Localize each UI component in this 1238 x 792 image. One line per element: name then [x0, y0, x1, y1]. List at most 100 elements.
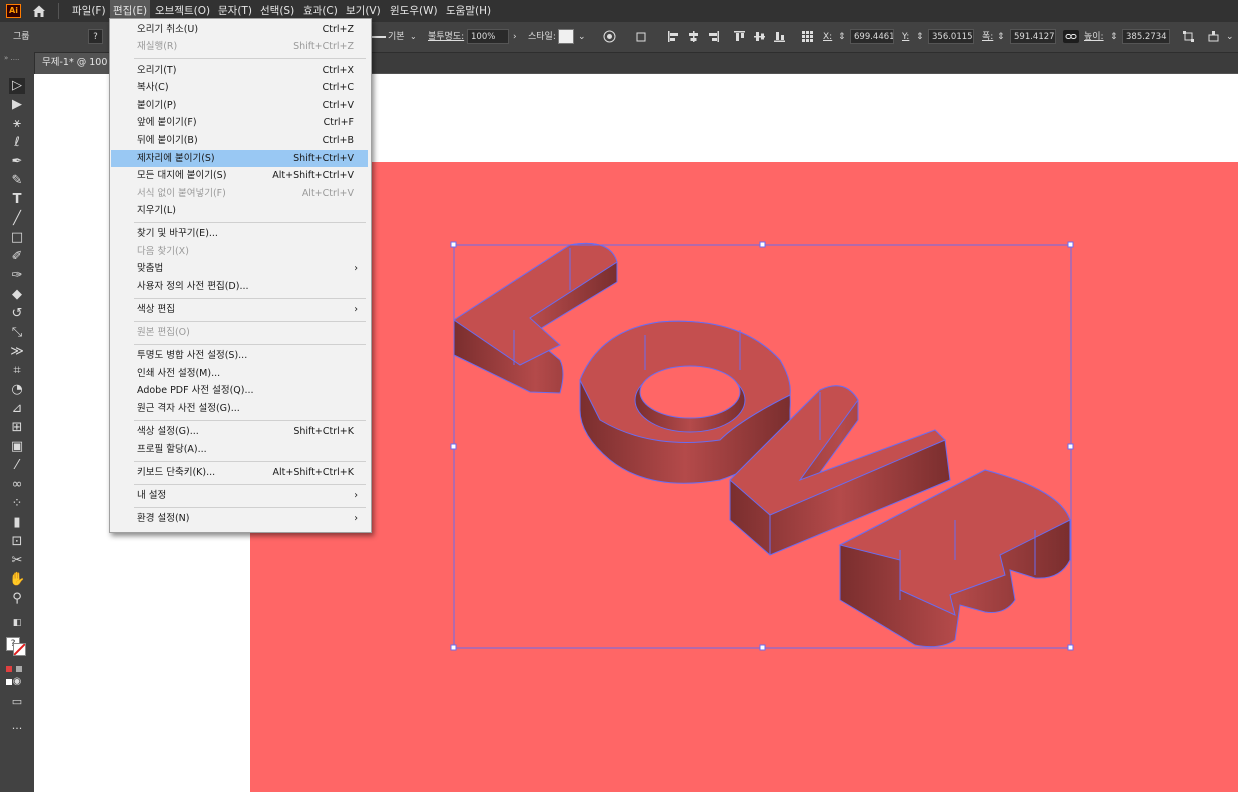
menu-item-paste-in-place[interactable]: 제자리에 붙이기(S) Shift+Ctrl+V: [111, 150, 368, 167]
panel-grip[interactable]: » ....: [4, 55, 30, 62]
column-graph-tool-icon[interactable]: ▮: [9, 515, 25, 531]
chevron-down-icon[interactable]: ⌄: [410, 22, 417, 52]
menu-file[interactable]: 파일(F): [69, 0, 109, 22]
eyedropper-tool-icon[interactable]: ⁄: [9, 458, 25, 474]
graphic-style-swatch[interactable]: [558, 29, 574, 44]
magic-wand-tool-icon[interactable]: ⚹: [9, 116, 25, 132]
menu-item-paste-in-front[interactable]: 앞에 붙이기(F) Ctrl+F: [111, 114, 368, 131]
menu-item-paste[interactable]: 붙이기(P) Ctrl+V: [111, 97, 368, 114]
eraser-tool-icon[interactable]: ◆: [9, 287, 25, 303]
artboard-tool-icon[interactable]: ⊡: [9, 534, 25, 550]
menu-item-keyboard-shortcuts[interactable]: 키보드 단축키(K)... Alt+Shift+Ctrl+K: [111, 464, 368, 481]
align-top-icon[interactable]: [733, 30, 746, 43]
resize-handle[interactable]: [450, 443, 457, 450]
pen-tool-icon[interactable]: ✒: [9, 154, 25, 170]
menu-item-paste-on-all-artboards[interactable]: 모든 대지에 붙이기(S) Alt+Shift+Ctrl+V: [111, 167, 368, 184]
blend-tool-icon[interactable]: ∞: [9, 477, 25, 493]
screen-mode-icon[interactable]: ▭: [9, 694, 25, 710]
document-tab[interactable]: 무제-1* @ 100: [34, 53, 116, 73]
mesh-tool-icon[interactable]: ⊞: [9, 420, 25, 436]
symbol-sprayer-tool-icon[interactable]: ⁘: [9, 496, 25, 512]
transform-options-icon[interactable]: [635, 30, 648, 43]
align-center-icon[interactable]: [687, 30, 700, 43]
menu-item-perspective-grid-presets[interactable]: 원근 격자 사전 설정(G)...: [111, 400, 368, 417]
menu-item-find-replace[interactable]: 찾기 및 바꾸기(E)...: [111, 225, 368, 242]
gradient-tool-icon[interactable]: ▣: [9, 439, 25, 455]
hand-tool-icon[interactable]: ✋: [9, 572, 25, 588]
menu-item-edit-custom-dictionary[interactable]: 사용자 정의 사전 편집(D)...: [111, 278, 368, 295]
stepper-icon[interactable]: ⇕: [1110, 22, 1118, 52]
resize-handle[interactable]: [1067, 644, 1074, 651]
menu-item-transparency-flattener-presets[interactable]: 투명도 병합 사전 설정(S)...: [111, 347, 368, 364]
transform-icon[interactable]: [1182, 30, 1195, 43]
stepper-icon[interactable]: ⇕: [997, 22, 1005, 52]
lasso-tool-icon[interactable]: ℓ: [9, 135, 25, 151]
chevron-down-icon[interactable]: ⌄: [1226, 22, 1234, 52]
rectangle-tool-icon[interactable]: □: [9, 230, 25, 246]
stroke-swatch[interactable]: [13, 643, 26, 656]
menu-item-spelling[interactable]: 맞춤법 ›: [111, 260, 368, 277]
arrange-icon[interactable]: [1207, 30, 1220, 43]
menu-item-paste-without-formatting[interactable]: 서식 없이 붙여넣기(F) Alt+Ctrl+V: [111, 185, 368, 202]
free-transform-tool-icon[interactable]: ⌗: [9, 363, 25, 379]
default-colors-icon[interactable]: ◧: [9, 615, 25, 631]
recolor-artwork-icon[interactable]: [603, 30, 616, 43]
width-tool-icon[interactable]: ≫: [9, 344, 25, 360]
color-mode-icons[interactable]: [6, 662, 28, 685]
menu-help[interactable]: 도움말(H): [443, 0, 494, 22]
resize-handle[interactable]: [1067, 443, 1074, 450]
y-position-input[interactable]: 356.0115 p: [928, 29, 974, 44]
direct-selection-tool-icon[interactable]: ▶: [9, 97, 25, 113]
stepper-icon[interactable]: ⇕: [916, 22, 924, 52]
menu-item-undo[interactable]: 오리기 취소(U) Ctrl+Z: [111, 21, 368, 38]
stroke-profile-label[interactable]: 기본: [388, 22, 405, 52]
resize-handle[interactable]: [450, 644, 457, 651]
fill-unknown-swatch[interactable]: ?: [88, 29, 103, 44]
menu-item-copy[interactable]: 복사(C) Ctrl+C: [111, 79, 368, 96]
shape-builder-tool-icon[interactable]: ◔: [9, 382, 25, 398]
scale-tool-icon[interactable]: ⤡: [9, 325, 25, 341]
menu-item-redo[interactable]: 재실행(R) Shift+Ctrl+Z: [111, 38, 368, 55]
menu-item-paste-in-back[interactable]: 뒤에 붙이기(B) Ctrl+B: [111, 132, 368, 149]
draw-mode-icon[interactable]: ◉: [9, 674, 25, 690]
link-icon[interactable]: [1063, 30, 1079, 43]
resize-handle[interactable]: [759, 241, 766, 248]
menu-item-edit-colors[interactable]: 색상 편집 ›: [111, 301, 368, 318]
opacity-input[interactable]: 100%: [467, 29, 509, 44]
zoom-tool-icon[interactable]: ⚲: [9, 591, 25, 607]
chevron-right-icon[interactable]: ›: [513, 22, 517, 52]
stepper-icon[interactable]: ⇕: [838, 22, 846, 52]
menu-item-assign-profile[interactable]: 프로필 할당(A)...: [111, 441, 368, 458]
menu-item-edit-original[interactable]: 원본 편집(O): [111, 324, 368, 341]
menu-item-my-settings[interactable]: 내 설정 ›: [111, 487, 368, 504]
menu-item-clear[interactable]: 지우기(L): [111, 202, 368, 219]
align-bottom-icon[interactable]: [773, 30, 786, 43]
reference-point-icon[interactable]: [801, 30, 814, 43]
menu-window[interactable]: 윈도우(W): [387, 0, 441, 22]
align-middle-icon[interactable]: [753, 30, 766, 43]
menu-item-adobe-pdf-presets[interactable]: Adobe PDF 사전 설정(Q)...: [111, 382, 368, 399]
width-input[interactable]: 591.4127 p: [1010, 29, 1056, 44]
home-icon[interactable]: [30, 2, 48, 20]
menu-item-color-settings[interactable]: 색상 설정(G)... Shift+Ctrl+K: [111, 423, 368, 440]
paintbrush-tool-icon[interactable]: ✐: [9, 249, 25, 265]
menu-item-find-next[interactable]: 다음 찾기(X): [111, 243, 368, 260]
align-left-icon[interactable]: [667, 30, 680, 43]
perspective-grid-tool-icon[interactable]: ⊿: [9, 401, 25, 417]
slice-tool-icon[interactable]: ✂: [9, 553, 25, 569]
menu-item-preferences[interactable]: 환경 설정(N) ›: [111, 510, 368, 527]
height-input[interactable]: 385.2734 p: [1122, 29, 1170, 44]
x-position-input[interactable]: 699.4461 p: [850, 29, 894, 44]
type-tool-icon[interactable]: T: [9, 192, 25, 208]
menu-item-print-presets[interactable]: 인쇄 사전 설정(M)...: [111, 365, 368, 382]
shaper-tool-icon[interactable]: ✑: [9, 268, 25, 284]
curvature-tool-icon[interactable]: ✎: [9, 173, 25, 189]
resize-handle[interactable]: [450, 241, 457, 248]
rotate-tool-icon[interactable]: ↺: [9, 306, 25, 322]
more-tools-icon[interactable]: ...: [9, 718, 25, 734]
chevron-down-icon[interactable]: ⌄: [578, 22, 586, 52]
align-right-icon[interactable]: [707, 30, 720, 43]
line-tool-icon[interactable]: ╱: [9, 211, 25, 227]
resize-handle[interactable]: [759, 644, 766, 651]
selection-tool-icon[interactable]: ▷: [9, 78, 25, 94]
